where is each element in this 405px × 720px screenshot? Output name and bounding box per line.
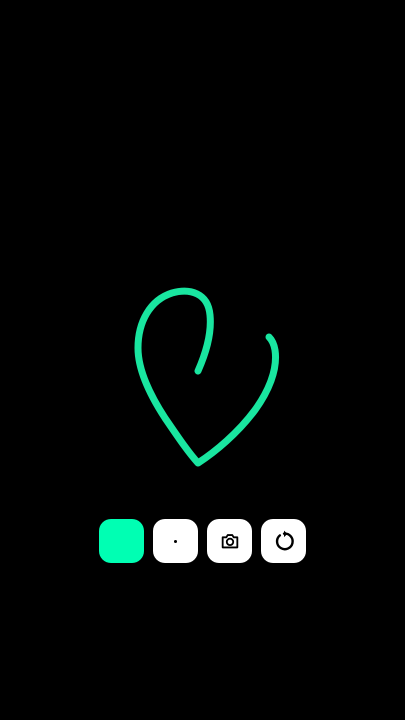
undo-icon (271, 528, 297, 554)
dot-icon (174, 539, 177, 543)
color-picker-button[interactable] (99, 519, 144, 563)
camera-icon (219, 530, 241, 552)
undo-button[interactable] (261, 519, 306, 563)
camera-button[interactable] (207, 519, 252, 563)
drawing-toolbar (99, 519, 306, 563)
drawing-canvas[interactable] (0, 0, 405, 720)
drawing-screen (0, 0, 405, 720)
drawn-stroke (134, 287, 280, 467)
brush-size-button[interactable] (153, 519, 198, 563)
